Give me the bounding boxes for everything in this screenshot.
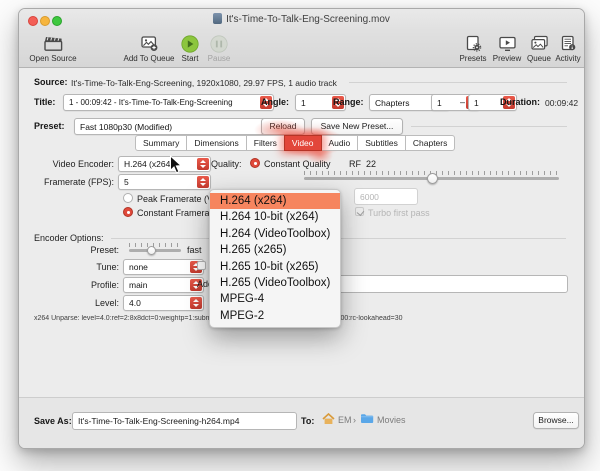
- menu-item-h265-10bit-x265[interactable]: H.265 10-bit (x265): [210, 259, 340, 275]
- queue-button[interactable]: Queue: [523, 34, 555, 63]
- range-label: Range:: [333, 97, 364, 107]
- tab-summary[interactable]: Summary: [135, 135, 187, 151]
- save-as-label: Save As:: [34, 416, 72, 426]
- preset-label: Preset:: [34, 121, 65, 131]
- document-info-icon: [553, 34, 583, 53]
- title-label: Title:: [34, 97, 55, 107]
- duration-label: Duration:: [500, 97, 540, 107]
- title-bar[interactable]: It's-Time-To-Talk-Eng-Screening.mov: [19, 9, 584, 31]
- fast-decode-checkbox[interactable]: [197, 261, 206, 270]
- source-value: It's-Time-To-Talk-Eng-Screening, 1920x10…: [71, 78, 337, 88]
- rf-label: RF: [349, 159, 361, 169]
- encoder-preset-slider-ticks: [129, 243, 181, 247]
- tab-chapters[interactable]: Chapters: [405, 135, 456, 151]
- to-label: To:: [301, 416, 314, 426]
- level-label: Level:: [49, 298, 119, 308]
- monitor-play-icon: [489, 34, 525, 53]
- movie-file-icon: [213, 13, 222, 24]
- video-encoder-menu: H.264 (x264) H.264 10-bit (x264) H.264 (…: [209, 189, 341, 328]
- photo-stack-icon: [523, 34, 555, 53]
- constant-framerate-label: Constant Framerate: [137, 208, 217, 218]
- level-select[interactable]: 4.0: [123, 295, 204, 311]
- menu-item-h264-10bit-x264[interactable]: H.264 10-bit (x264): [210, 209, 340, 225]
- video-encoder-select[interactable]: H.264 (x264): [118, 156, 211, 172]
- browse-button[interactable]: Browse...: [533, 412, 579, 429]
- reload-button[interactable]: Reload: [261, 118, 305, 135]
- constant-quality-label: Constant Quality: [264, 159, 331, 169]
- stepper-icon: [190, 297, 202, 309]
- add-to-queue-button[interactable]: Add To Queue: [119, 34, 179, 63]
- destination-bar: Save As: It's-Time-To-Talk-Eng-Screening…: [19, 397, 584, 448]
- title-select[interactable]: 1 - 00:09:42 - It's-Time-To-Talk-Eng-Scr…: [63, 94, 274, 111]
- turbo-first-pass-label: Turbo first pass: [368, 208, 430, 218]
- menu-item-mpeg4[interactable]: MPEG-4: [210, 291, 340, 307]
- duration-value: 00:09:42: [545, 98, 578, 108]
- profile-label: Profile:: [49, 280, 119, 290]
- stepper-icon: [197, 158, 209, 170]
- quality-label: Quality:: [211, 159, 242, 169]
- preset-divider: [411, 126, 567, 127]
- stepper-icon: [197, 176, 209, 188]
- activity-button[interactable]: Activity: [553, 34, 583, 63]
- tab-subtitles[interactable]: Subtitles: [357, 135, 406, 151]
- save-as-field[interactable]: It's-Time-To-Talk-Eng-Screening-h264.mp4: [72, 412, 297, 430]
- folder-icon: [360, 413, 374, 424]
- rf-value: 22: [366, 159, 376, 169]
- menu-item-h265-videotoolbox[interactable]: H.265 (VideoToolbox): [210, 275, 340, 291]
- video-encoder-label: Video Encoder:: [34, 159, 114, 169]
- menu-item-h265-x265[interactable]: H.265 (x265): [210, 242, 340, 258]
- quality-slider-thumb[interactable]: [427, 173, 438, 184]
- source-divider: [349, 82, 567, 83]
- range-separator: –: [460, 97, 465, 107]
- encoder-preset-slider-thumb[interactable]: [147, 246, 156, 255]
- framerate-select[interactable]: 5: [118, 174, 211, 190]
- preset-select[interactable]: Fast 1080p30 (Modified): [74, 118, 275, 135]
- tab-audio[interactable]: Audio: [321, 135, 359, 151]
- tab-bar: Summary Dimensions Filters Video Audio S…: [135, 135, 455, 151]
- start-button[interactable]: Start: [177, 34, 203, 63]
- tune-label: Tune:: [49, 262, 119, 272]
- main-toolbar: Open Source Add To Queue St: [19, 31, 584, 68]
- location-folder[interactable]: Movies: [377, 415, 406, 425]
- angle-label: Angle:: [261, 97, 289, 107]
- menu-item-h264-x264[interactable]: H.264 (x264): [210, 193, 340, 209]
- profile-select[interactable]: main: [123, 277, 204, 293]
- tab-dimensions[interactable]: Dimensions: [186, 135, 246, 151]
- turbo-first-pass-checkbox: [355, 207, 364, 216]
- menu-item-mpeg2[interactable]: MPEG-2: [210, 308, 340, 324]
- bitrate-field: 6000: [354, 188, 418, 205]
- tune-select[interactable]: none: [123, 259, 204, 275]
- handbrake-window: It's-Time-To-Talk-Eng-Screening.mov Open…: [18, 8, 585, 449]
- document-gear-icon: [456, 34, 490, 53]
- breadcrumb-separator: ›: [353, 415, 356, 425]
- pause-button: Pause: [205, 34, 233, 63]
- clapperboard-icon: [25, 34, 81, 53]
- open-source-button[interactable]: Open Source: [25, 34, 81, 63]
- play-circle-icon: [177, 34, 203, 53]
- tab-filters[interactable]: Filters: [246, 135, 285, 151]
- mouse-cursor: [169, 155, 184, 175]
- tab-video[interactable]: Video: [284, 135, 322, 151]
- peak-framerate-radio[interactable]: [123, 193, 133, 203]
- constant-quality-radio[interactable]: [250, 158, 260, 168]
- preview-button[interactable]: Preview: [489, 34, 525, 63]
- photo-add-icon: [119, 34, 179, 53]
- source-label: Source:: [34, 77, 68, 87]
- location-user[interactable]: EM: [338, 415, 352, 425]
- constant-framerate-radio[interactable]: [123, 207, 133, 217]
- presets-button[interactable]: Presets: [456, 34, 490, 63]
- pause-circle-icon: [205, 34, 233, 53]
- save-new-preset-button[interactable]: Save New Preset...: [311, 118, 403, 135]
- encoder-options-label: Encoder Options:: [34, 233, 104, 243]
- home-icon: [322, 413, 335, 425]
- encoder-preset-label: Preset:: [49, 245, 119, 255]
- window-title: It's-Time-To-Talk-Eng-Screening.mov: [19, 13, 584, 25]
- encoder-preset-speed: fast: [187, 245, 202, 255]
- screen: It's-Time-To-Talk-Eng-Screening.mov Open…: [0, 0, 600, 471]
- framerate-label: Framerate (FPS):: [34, 177, 114, 187]
- menu-item-h264-videotoolbox[interactable]: H.264 (VideoToolbox): [210, 226, 340, 242]
